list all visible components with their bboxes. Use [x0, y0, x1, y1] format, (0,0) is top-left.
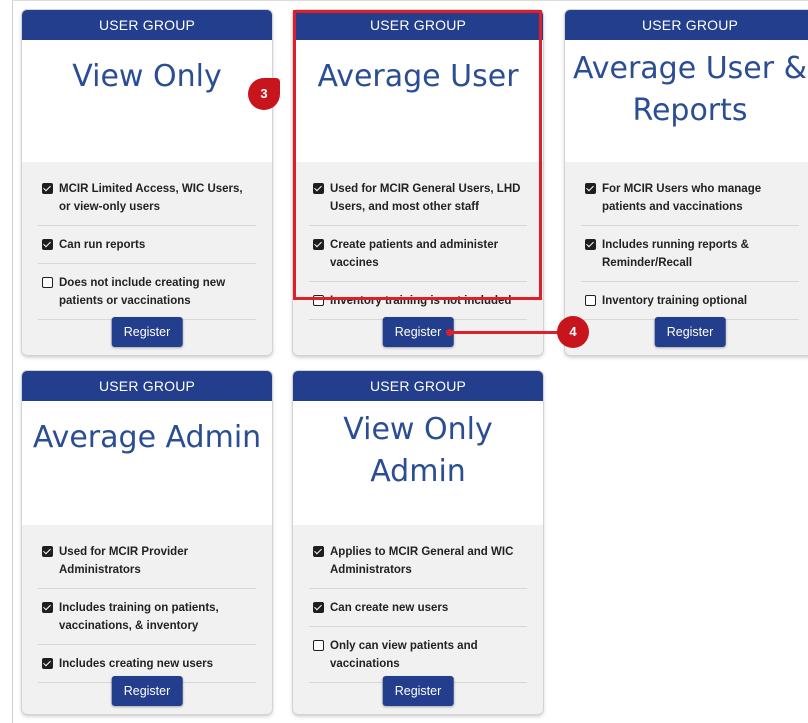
feature-list: Used for MCIR General Users, LHD Users, …	[293, 162, 543, 320]
card-title-line: View Only	[72, 59, 222, 94]
feature-item: MCIR Limited Access, WIC Users, or view-…	[38, 170, 256, 226]
feature-item: Used for MCIR Provider Administrators	[38, 533, 256, 589]
checkbox-checked-icon	[313, 239, 324, 250]
checkbox-checked-icon	[313, 183, 324, 194]
feature-text: Inventory training is not included	[330, 295, 512, 307]
card-title-line: Average User	[317, 59, 519, 94]
feature-text: Inventory training optional	[602, 295, 748, 307]
card-average-user-reports: USER GROUP Average User & Reports For MC…	[565, 10, 808, 355]
feature-item: Does not include creating new patients o…	[38, 264, 256, 320]
card-title-line: Reports	[632, 93, 748, 128]
page-left-border	[12, 0, 13, 723]
feature-text: MCIR Limited Access, WIC Users, or view-…	[59, 183, 243, 213]
checkbox-unchecked-icon	[313, 640, 324, 651]
feature-item: Applies to MCIR General and WIC Administ…	[309, 533, 527, 589]
feature-item: Can run reports	[38, 226, 256, 264]
register-button-average-admin[interactable]: Register	[111, 676, 183, 706]
register-button-view-only-admin[interactable]: Register	[382, 676, 454, 706]
checkbox-checked-icon	[313, 546, 324, 557]
card-header: USER GROUP	[293, 10, 543, 40]
checkbox-checked-icon	[313, 602, 324, 613]
checkbox-checked-icon	[42, 183, 53, 194]
card-view-only: USER GROUP View Only MCIR Limited Access…	[22, 10, 272, 355]
register-button-view-only[interactable]: Register	[111, 317, 183, 347]
feature-item: Inventory training is not included	[309, 282, 527, 320]
feature-item: Inventory training optional	[581, 282, 799, 320]
card-view-only-admin: USER GROUP View Only Admin Applies to MC…	[293, 371, 543, 714]
register-button-average-user[interactable]: Register	[382, 317, 454, 347]
checkbox-checked-icon	[42, 546, 53, 557]
checkbox-checked-icon	[585, 239, 596, 250]
feature-item: Can create new users	[309, 589, 527, 627]
feature-item: Includes running reports & Reminder/Reca…	[581, 226, 799, 282]
feature-item: Used for MCIR General Users, LHD Users, …	[309, 170, 527, 226]
page-top-border	[12, 0, 808, 1]
feature-text: Includes creating new users	[59, 658, 214, 670]
feature-text: Used for MCIR General Users, LHD Users, …	[330, 183, 521, 213]
checkbox-unchecked-icon	[313, 295, 324, 306]
card-header: USER GROUP	[22, 10, 272, 40]
feature-list: Applies to MCIR General and WIC Administ…	[293, 525, 543, 683]
card-header: USER GROUP	[293, 371, 543, 401]
checkbox-checked-icon	[585, 183, 596, 194]
card-title: View Only	[22, 40, 272, 162]
feature-text: Can run reports	[59, 239, 146, 251]
feature-item: Create patients and administer vaccines	[309, 226, 527, 282]
feature-text: Does not include creating new patients o…	[59, 277, 226, 307]
feature-list: MCIR Limited Access, WIC Users, or view-…	[22, 162, 272, 320]
checkbox-checked-icon	[42, 658, 53, 669]
step-callout-3: 3	[248, 78, 280, 110]
feature-text: Applies to MCIR General and WIC Administ…	[330, 546, 514, 576]
card-title: Average Admin	[22, 401, 272, 525]
register-button-average-user-reports[interactable]: Register	[654, 317, 726, 347]
card-title: View Only Admin	[293, 401, 543, 525]
card-title: Average User & Reports	[565, 40, 808, 162]
feature-text: Includes running reports & Reminder/Reca…	[602, 239, 749, 269]
feature-text: Used for MCIR Provider Administrators	[59, 546, 189, 576]
checkbox-checked-icon	[42, 602, 53, 613]
card-average-user: USER GROUP Average User Used for MCIR Ge…	[293, 10, 543, 355]
arrow-connector-line	[450, 331, 558, 334]
checkbox-unchecked-icon	[585, 295, 596, 306]
card-header: USER GROUP	[565, 10, 808, 40]
feature-list: Used for MCIR Provider Administrators In…	[22, 525, 272, 683]
feature-item: Only can view patients and vaccinations	[309, 627, 527, 683]
card-average-admin: USER GROUP Average Admin Used for MCIR P…	[22, 371, 272, 714]
card-title: Average User	[293, 40, 543, 162]
checkbox-unchecked-icon	[42, 277, 53, 288]
card-title-line: Admin	[370, 454, 466, 489]
step-callout-4: 4	[557, 316, 589, 348]
feature-text: For MCIR Users who manage patients and v…	[602, 183, 762, 213]
feature-text: Includes training on patients, vaccinati…	[59, 602, 219, 632]
card-title-line: Average Admin	[32, 420, 262, 455]
card-header: USER GROUP	[22, 371, 272, 401]
feature-list: For MCIR Users who manage patients and v…	[565, 162, 808, 320]
card-title-line: View Only	[343, 412, 493, 447]
feature-item: Includes training on patients, vaccinati…	[38, 589, 256, 645]
feature-item: For MCIR Users who manage patients and v…	[581, 170, 799, 226]
feature-text: Only can view patients and vaccinations	[330, 640, 478, 670]
checkbox-checked-icon	[42, 239, 53, 250]
feature-text: Create patients and administer vaccines	[330, 239, 499, 269]
card-title-line: Average User &	[572, 51, 808, 86]
feature-text: Can create new users	[330, 602, 449, 614]
